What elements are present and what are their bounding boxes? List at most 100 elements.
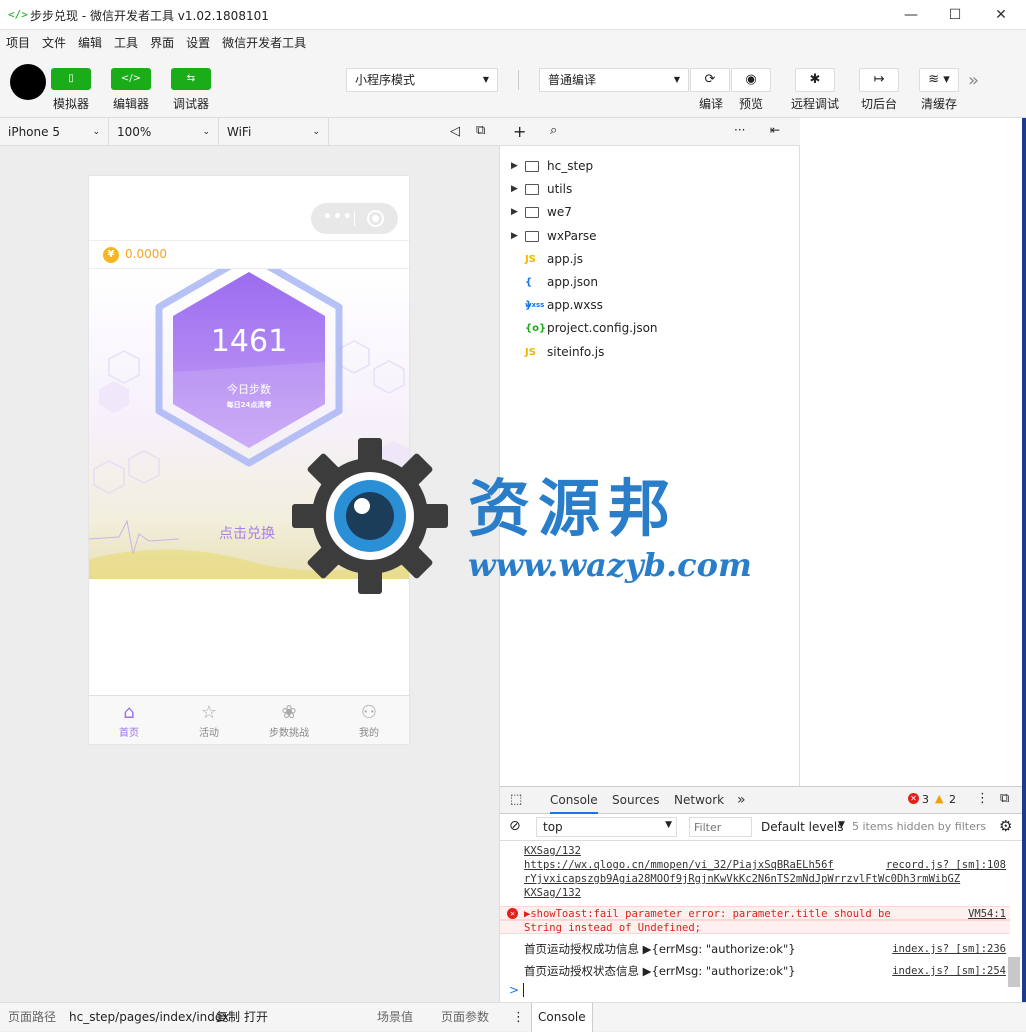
wxss-file-icon: wxss: [525, 301, 545, 310]
console-filter-input[interactable]: [689, 817, 752, 837]
clear-cache-button[interactable]: ≋ ▾: [919, 68, 959, 92]
tab-sources[interactable]: Sources: [612, 787, 659, 814]
tab-challenge[interactable]: ❀ 步数挑战: [249, 696, 329, 744]
settings-gear-icon[interactable]: ⚙: [999, 817, 1012, 835]
compile-button[interactable]: ⟳: [690, 68, 730, 92]
bug-icon: ✱: [809, 72, 821, 87]
preview-button[interactable]: ◉: [731, 68, 771, 92]
compile-select[interactable]: 普通编译 ▼: [539, 68, 689, 92]
toolbar-divider: [518, 70, 519, 90]
volume-icon[interactable]: ◁: [450, 124, 460, 139]
exchange-button[interactable]: 点击兑换: [219, 523, 275, 543]
expand-arrow-icon[interactable]: ▶: [511, 201, 518, 224]
close-button[interactable]: ✕: [978, 0, 1024, 30]
open-path-link[interactable]: 打开: [244, 1003, 268, 1032]
drawer-menu-icon[interactable]: ⋮: [512, 1003, 525, 1032]
console-source-link[interactable]: record.js? [sm]:108: [886, 858, 1006, 872]
background-label: 切后台: [861, 97, 898, 111]
console-message[interactable]: rYjvxicapszgb9Agia28MOOf9jRgjnKwVkKc2N6n…: [524, 873, 960, 885]
menu-item-settings[interactable]: 设置: [180, 30, 216, 56]
scene-value-button[interactable]: 场景值: [377, 1003, 413, 1032]
more-options-icon[interactable]: ···: [734, 123, 745, 137]
chevron-down-icon: ⌄: [92, 127, 100, 137]
search-icon[interactable]: ⌕: [550, 123, 557, 138]
console-message[interactable]: KXSag/132: [524, 845, 581, 857]
expand-arrow-icon[interactable]: ▶: [511, 155, 518, 178]
menu-item-edit[interactable]: 编辑: [72, 30, 108, 56]
tab-home[interactable]: ⌂ 首页: [89, 696, 169, 744]
console-source-link[interactable]: index.js? [sm]:254: [892, 964, 1006, 978]
file-name: utils: [547, 182, 573, 197]
file-name: project.config.json: [547, 321, 658, 336]
more-dots-icon[interactable]: •••: [323, 209, 353, 225]
compile-label: 编译: [699, 97, 724, 111]
menu-item-file[interactable]: 文件: [36, 30, 72, 56]
drawer-console-tab[interactable]: Console: [531, 1003, 593, 1032]
tab-mine[interactable]: ⚇ 我的: [329, 696, 409, 744]
collapse-panel-icon[interactable]: ⇤: [770, 123, 780, 137]
desktop-strip: [1022, 118, 1026, 1002]
tab-activity[interactable]: ☆ 活动: [169, 696, 249, 744]
simulator-toggle-button[interactable]: ▯: [51, 68, 91, 90]
add-file-icon[interactable]: +: [513, 122, 526, 141]
console-log-line: 首页运动授权状态信息 ▶{errMsg: "authorize:ok"} inde…: [500, 960, 1010, 982]
expand-arrow-icon[interactable]: ▶: [511, 178, 518, 201]
expand-arrow-icon[interactable]: ▶: [511, 225, 518, 248]
device-bar: iPhone 5 ⌄ 100% ⌄ WiFi ⌄ ◁ ⧉: [0, 118, 500, 146]
js-file-icon: JS: [525, 253, 536, 265]
tab-network[interactable]: Network: [674, 787, 724, 814]
avatar[interactable]: [10, 64, 46, 100]
warning-count[interactable]: 2: [949, 793, 956, 806]
console-source-link[interactable]: index.js? [sm]:236: [892, 942, 1006, 956]
wechat-capsule[interactable]: •••: [311, 203, 398, 234]
console-scrollbar[interactable]: [1008, 957, 1020, 987]
file-name: wxParse: [547, 228, 597, 243]
log-levels-select[interactable]: Default levels: [761, 820, 843, 834]
popout-icon[interactable]: ⧉: [476, 123, 485, 138]
coin-balance-row: ¥ 0.0000: [89, 240, 409, 269]
clear-console-icon[interactable]: ⊘: [509, 818, 521, 834]
menu-item-view[interactable]: 界面: [144, 30, 180, 56]
page-path-label: 页面路径: [8, 1010, 57, 1024]
minimize-button[interactable]: —: [888, 0, 934, 30]
inspect-element-icon[interactable]: ⬚: [510, 792, 522, 807]
folder-icon: [525, 184, 539, 196]
page-params-button[interactable]: 页面参数: [441, 1003, 489, 1032]
device-select[interactable]: iPhone 5 ⌄: [0, 118, 109, 146]
console-source-link[interactable]: VM54:1: [968, 907, 1006, 921]
error-icon: ✕: [908, 793, 919, 804]
copy-path-link[interactable]: 复制: [216, 1003, 240, 1032]
main-toolbar: ▯ 模拟器 </> 编辑器 ⇆ 调试器 小程序模式 ▼ 普通编译 ▼ ⟳ 编译 …: [0, 56, 1026, 118]
menu-item-tools[interactable]: 工具: [108, 30, 144, 56]
network-select[interactable]: WiFi ⌄: [219, 118, 329, 146]
dock-icon[interactable]: ⧉: [1000, 791, 1009, 806]
tab-home-label: 首页: [119, 728, 139, 739]
zoom-select[interactable]: 100% ⌄: [109, 118, 219, 146]
mode-select[interactable]: 小程序模式 ▼: [346, 68, 498, 92]
tab-console[interactable]: Console: [550, 787, 598, 814]
console-log-line: 首页运动授权成功信息 ▶{errMsg: "authorize:ok"} inde…: [500, 938, 1010, 960]
context-select[interactable]: top ▼: [536, 817, 677, 837]
editor-toggle-button[interactable]: </>: [111, 68, 151, 90]
console-input-caret[interactable]: [523, 983, 524, 997]
error-count[interactable]: 3: [922, 793, 929, 806]
caret-down-icon: ▼: [482, 75, 489, 84]
background-button[interactable]: ↦: [859, 68, 899, 92]
tab-challenge-label: 步数挑战: [269, 728, 309, 739]
challenge-icon: ❀: [281, 702, 297, 723]
close-target-icon[interactable]: [367, 210, 384, 227]
debugger-toggle-button[interactable]: ⇆: [171, 68, 211, 90]
watermark-title: 资源邦: [468, 472, 679, 545]
kebab-menu-icon[interactable]: ⋮: [976, 791, 989, 806]
maximize-button[interactable]: ☐: [932, 0, 978, 30]
more-tabs-icon[interactable]: »: [737, 787, 746, 814]
menu-item-project[interactable]: 项目: [0, 30, 36, 56]
console-message[interactable]: KXSag/132: [524, 887, 581, 899]
console-message[interactable]: https://wx.qlogo.cn/mmopen/vi_32/PiajxSq…: [524, 859, 834, 871]
console-error-line: ✕ ▶showToast:fail parameter error: parame…: [500, 906, 1010, 920]
file-name: hc_step: [547, 159, 594, 173]
refresh-icon: ⟳: [704, 72, 716, 87]
remote-debug-button[interactable]: ✱: [795, 68, 835, 92]
menu-item-devtools[interactable]: 微信开发者工具: [216, 30, 312, 56]
more-tools-icon[interactable]: »: [968, 70, 979, 91]
